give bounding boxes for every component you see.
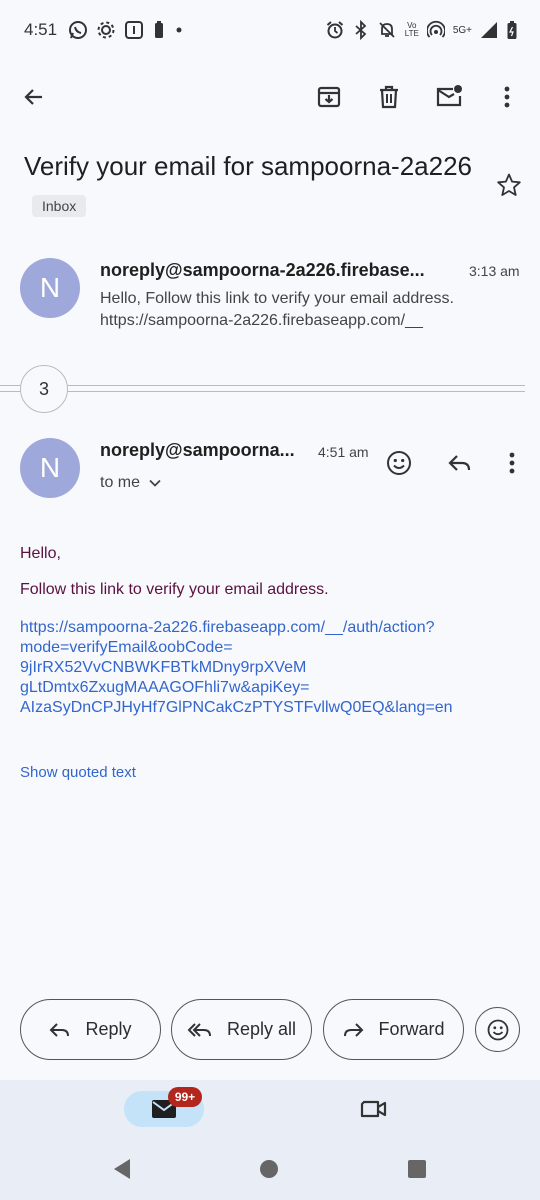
mark-unread-button[interactable] xyxy=(429,77,469,117)
recipient-details-toggle[interactable]: to me xyxy=(100,474,162,492)
sim-notification-icon xyxy=(124,20,144,40)
mail-unread-icon xyxy=(435,84,463,110)
bottom-navigation xyxy=(0,1080,540,1200)
more-options-button[interactable] xyxy=(487,77,527,117)
avatar: N xyxy=(20,258,80,318)
link-line[interactable]: AIzaSyDnCPJHyHf7GlPNCakCzPTYSTFvllwQ0EQ&… xyxy=(20,698,520,718)
recipient-label: to me xyxy=(100,474,141,491)
dot-icon xyxy=(174,20,184,40)
link-line[interactable]: https://sampoorna-2a226.firebaseapp.com/… xyxy=(20,618,520,638)
status-left-icons xyxy=(68,20,184,40)
link-line[interactable]: 9jIrRX52VvCNBWKFBTkMDny9rpXVeM xyxy=(20,658,520,678)
message-preview-1[interactable]: N noreply@sampoorna-2a226.firebase... 3:… xyxy=(0,248,540,338)
snippet-line: Hello, Follow this link to verify your e… xyxy=(100,290,454,307)
react-button[interactable] xyxy=(475,1007,520,1052)
collapsed-messages-count[interactable]: 3 xyxy=(20,365,68,413)
more-vert-icon xyxy=(503,85,511,109)
status-time: 4:51 xyxy=(24,20,58,39)
body-greeting: Hello, xyxy=(20,545,61,562)
link-line[interactable]: mode=verifyEmail&oobCode= xyxy=(20,638,520,658)
message-time: 3:13 am xyxy=(469,263,520,279)
mail-unread-badge: 99+ xyxy=(168,1087,202,1107)
reply-all-button[interactable]: Reply all xyxy=(171,999,312,1060)
reply-button[interactable]: Reply xyxy=(20,999,161,1060)
forward-button-label: Forward xyxy=(378,1019,445,1039)
hotspot-icon xyxy=(426,20,445,40)
video-camera-icon xyxy=(360,1098,388,1120)
message-more-button[interactable] xyxy=(492,443,532,483)
message-time: 4:51 am xyxy=(318,444,369,460)
network-type-label: 5G+ xyxy=(452,24,472,36)
forward-icon xyxy=(342,1021,364,1039)
chevron-down-icon xyxy=(148,478,162,488)
star-button[interactable] xyxy=(489,165,529,205)
home-circle-icon xyxy=(259,1159,279,1179)
subject-text: Verify your email for sampoorna-2a226 xyxy=(24,151,473,181)
delete-button[interactable] xyxy=(369,77,409,117)
add-reaction-button[interactable] xyxy=(379,443,419,483)
bluetooth-icon xyxy=(353,20,369,40)
notifications-off-icon xyxy=(377,20,397,40)
arrow-left-icon xyxy=(22,85,46,109)
reply-icon-button[interactable] xyxy=(440,443,480,483)
more-vert-icon xyxy=(508,451,516,475)
emoji-icon xyxy=(386,450,412,476)
forward-button[interactable]: Forward xyxy=(323,999,464,1060)
show-quoted-text-link[interactable]: Show quoted text xyxy=(20,764,136,781)
system-back-button[interactable] xyxy=(112,1158,132,1180)
volte-bottom-label: LTE xyxy=(404,29,419,38)
reply-all-icon xyxy=(187,1021,213,1039)
verification-link[interactable]: https://sampoorna-2a226.firebaseapp.com/… xyxy=(20,618,520,718)
reply-icon xyxy=(49,1021,71,1039)
archive-button[interactable] xyxy=(309,77,349,117)
star-outline-icon xyxy=(496,172,522,198)
battery-saver-icon xyxy=(152,20,166,40)
reply-icon xyxy=(447,452,473,474)
inbox-label-chip[interactable]: Inbox xyxy=(32,195,87,217)
recents-square-icon xyxy=(407,1159,427,1179)
status-right-icons: Vo LTE 5G+ xyxy=(325,20,518,40)
collapsed-divider xyxy=(0,385,525,386)
reply-button-label: Reply xyxy=(85,1019,132,1039)
emoji-icon xyxy=(487,1019,509,1041)
link-line[interactable]: gLtDmtx6ZxugMAAAGOFhli7w&apiKey= xyxy=(20,678,520,698)
sender-name[interactable]: noreply@sampoorna... xyxy=(100,440,295,461)
back-button[interactable] xyxy=(14,77,54,117)
volte-icon: Vo LTE xyxy=(405,22,419,38)
whatsapp-icon xyxy=(68,20,88,40)
battery-icon xyxy=(506,20,518,40)
trash-icon xyxy=(377,84,401,110)
reply-all-button-label: Reply all xyxy=(226,1019,297,1039)
sender-name: noreply@sampoorna-2a226.firebase... xyxy=(100,260,425,280)
avatar[interactable]: N xyxy=(20,438,80,498)
collapsed-divider xyxy=(0,391,525,392)
email-subject: Verify your email for sampoorna-2a226 Inb… xyxy=(24,146,474,226)
signal-icon xyxy=(480,20,498,40)
archive-icon xyxy=(316,84,342,110)
triangle-back-icon xyxy=(112,1158,132,1180)
snippet-line: https://sampoorna-2a226.firebaseapp.com/… xyxy=(100,312,423,329)
system-recents-button[interactable] xyxy=(407,1159,427,1179)
status-bar: 4:51 Vo LTE 5G+ xyxy=(0,0,540,62)
nav-meet-tab[interactable] xyxy=(354,1089,394,1129)
message-snippet: Hello, Follow this link to verify your e… xyxy=(100,288,520,332)
alarm-icon xyxy=(325,20,345,40)
body-instruction: Follow this link to verify your email ad… xyxy=(20,581,329,598)
settings-gear-icon xyxy=(96,20,116,40)
system-home-button[interactable] xyxy=(259,1159,279,1179)
